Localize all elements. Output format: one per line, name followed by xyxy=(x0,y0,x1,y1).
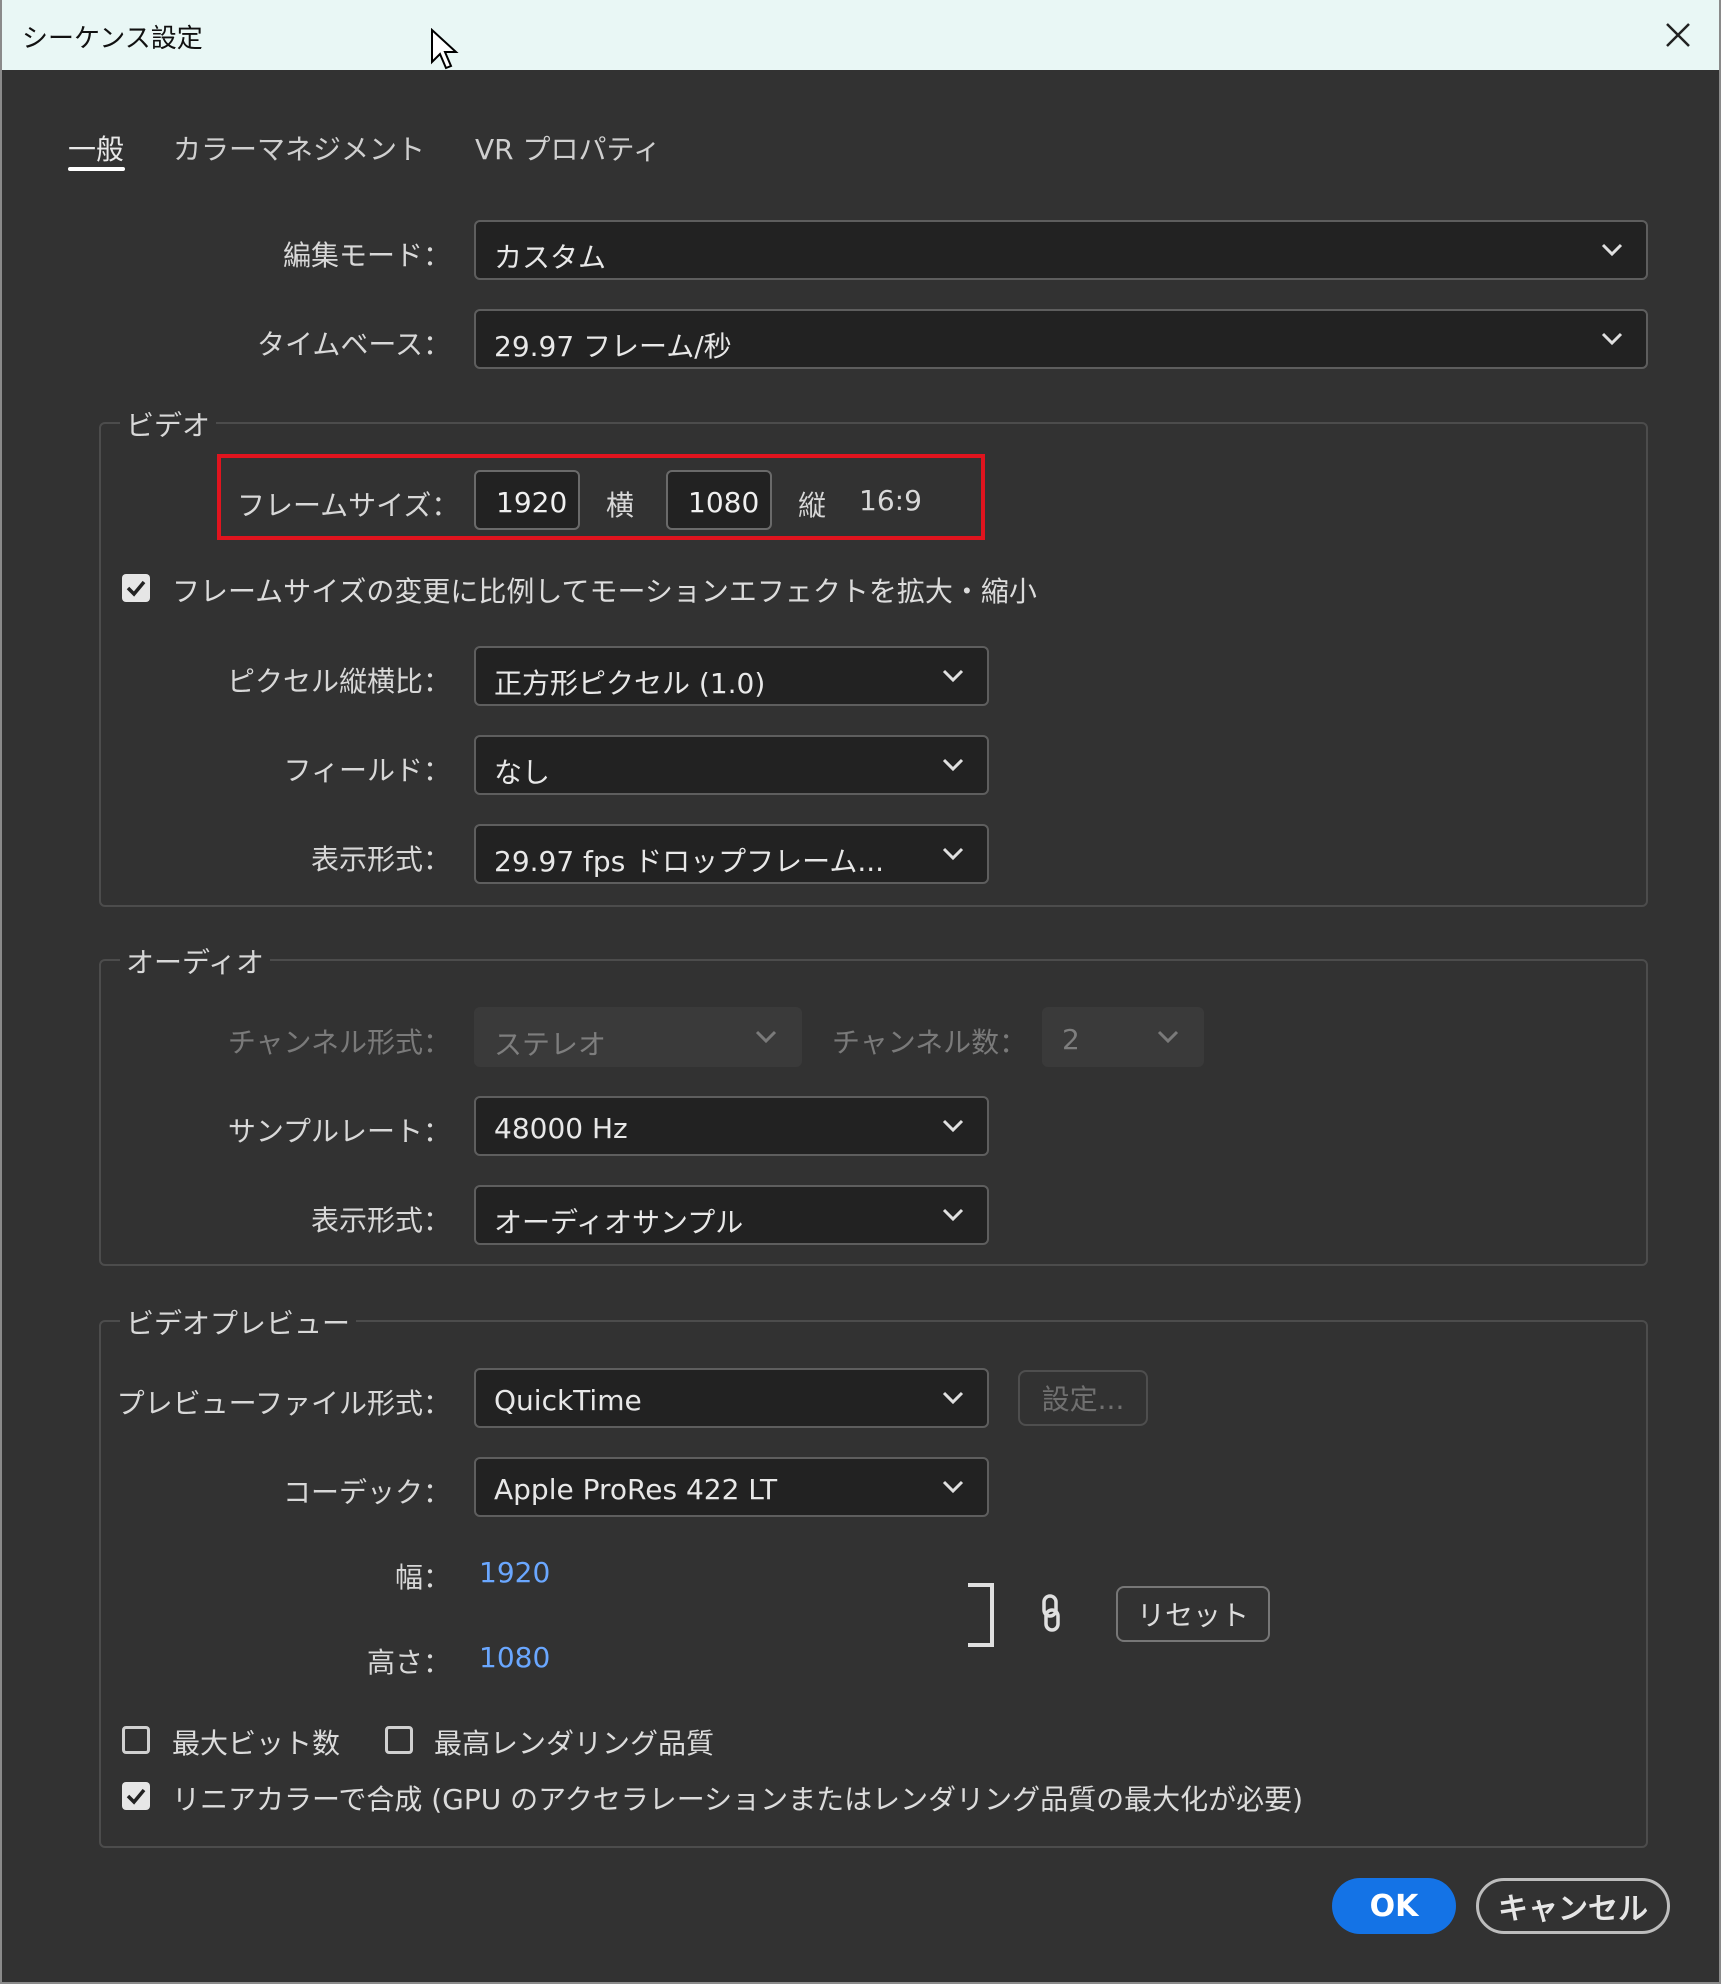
ok-button[interactable]: OK xyxy=(1332,1878,1456,1934)
preview-height-label: 高さ： xyxy=(366,1646,451,1679)
fields-select[interactable]: なし xyxy=(474,735,989,795)
horizontal-label: 横 xyxy=(606,489,635,522)
video-display-format-value: 29.97 fps ドロップフレーム... xyxy=(494,845,885,878)
preview-file-format-value: QuickTime xyxy=(494,1384,642,1417)
close-button[interactable] xyxy=(1655,12,1701,58)
check-icon xyxy=(126,1788,146,1805)
linear-color-label[interactable]: リニアカラーで合成 (GPU のアクセラレーションまたはレンダリング品質の最大化… xyxy=(172,1778,1303,1818)
preview-file-format-select[interactable]: QuickTime xyxy=(474,1368,989,1428)
mouse-cursor-icon xyxy=(431,28,459,70)
edit-mode-select[interactable]: カスタム xyxy=(474,220,1648,280)
fields-label: フィールド： xyxy=(283,754,451,787)
frame-width-input[interactable]: 1920 xyxy=(474,470,580,530)
channel-count-label: チャンネル数： xyxy=(832,1026,1028,1059)
channel-format-label: チャンネル形式： xyxy=(227,1026,451,1059)
dialog-title: シーケンス設定 xyxy=(22,24,203,54)
chevron-down-icon xyxy=(942,669,964,683)
sample-rate-label: サンプルレート： xyxy=(227,1115,451,1148)
close-icon xyxy=(1666,23,1690,47)
cancel-button[interactable]: キャンセル xyxy=(1476,1878,1670,1934)
chevron-down-icon xyxy=(942,1480,964,1494)
frame-height-value: 1080 xyxy=(688,486,760,519)
tab-color-management[interactable]: カラーマネジメント xyxy=(173,128,425,168)
chevron-down-icon xyxy=(942,1391,964,1405)
reset-button[interactable]: リセット xyxy=(1116,1586,1270,1642)
frame-height-input[interactable]: 1080 xyxy=(666,470,772,530)
frame-size-label: フレームサイズ： xyxy=(237,489,460,522)
max-bit-depth-label[interactable]: 最大ビット数 xyxy=(172,1722,340,1762)
timebase-value: 29.97 フレーム/秒 xyxy=(494,330,732,363)
fields-value: なし xyxy=(494,756,551,789)
scale-motion-checkbox[interactable] xyxy=(122,574,150,602)
preview-settings-button: 設定... xyxy=(1018,1370,1148,1426)
edit-mode-value: カスタム xyxy=(494,241,607,274)
tab-general[interactable]: 一般 xyxy=(68,128,124,168)
preview-width-label: 幅： xyxy=(394,1561,451,1594)
codec-value: Apple ProRes 422 LT xyxy=(494,1473,778,1506)
preview-width-value[interactable]: 1920 xyxy=(479,1556,550,1589)
timebase-label: タイムベース： xyxy=(256,328,451,361)
vertical-label: 縦 xyxy=(798,489,827,522)
codec-label: コーデック： xyxy=(282,1476,451,1509)
tab-vr-properties[interactable]: VR プロパティ xyxy=(475,128,661,168)
constrain-bracket-icon xyxy=(968,1583,994,1647)
link-icon[interactable] xyxy=(1040,1594,1062,1634)
active-tab-indicator xyxy=(68,167,125,171)
channel-format-select: ステレオ xyxy=(474,1007,802,1067)
chevron-down-icon xyxy=(942,1119,964,1133)
linear-color-checkbox[interactable] xyxy=(122,1782,150,1810)
chevron-down-icon xyxy=(942,758,964,772)
timebase-select[interactable]: 29.97 フレーム/秒 xyxy=(474,309,1648,369)
chevron-down-icon xyxy=(942,847,964,861)
audio-display-format-value: オーディオサンプル xyxy=(494,1206,744,1239)
frame-width-value: 1920 xyxy=(496,486,568,519)
sample-rate-select[interactable]: 48000 Hz xyxy=(474,1096,989,1156)
scale-motion-label[interactable]: フレームサイズの変更に比例してモーションエフェクトを拡大・縮小 xyxy=(172,570,1037,610)
chevron-down-icon xyxy=(1601,332,1623,346)
max-bit-depth-checkbox[interactable] xyxy=(122,1726,150,1754)
channel-count-value: 2 xyxy=(1062,1023,1080,1056)
max-render-quality-checkbox[interactable] xyxy=(385,1726,413,1754)
edit-mode-label: 編集モード： xyxy=(282,239,451,272)
pixel-aspect-select[interactable]: 正方形ピクセル (1.0) xyxy=(474,646,989,706)
preview-file-format-label: プレビューファイル形式： xyxy=(116,1387,451,1420)
preview-height-value[interactable]: 1080 xyxy=(479,1641,550,1674)
chevron-down-icon xyxy=(1157,1030,1179,1044)
video-display-format-select[interactable]: 29.97 fps ドロップフレーム... xyxy=(474,824,989,884)
video-preview-group-title: ビデオプレビュー xyxy=(120,1302,357,1342)
chevron-down-icon xyxy=(755,1030,777,1044)
chevron-down-icon xyxy=(1601,243,1623,257)
pixel-aspect-label: ピクセル縦横比： xyxy=(226,665,451,698)
pixel-aspect-value: 正方形ピクセル (1.0) xyxy=(494,667,766,700)
audio-display-format-select[interactable]: オーディオサンプル xyxy=(474,1185,989,1245)
video-group-title: ビデオ xyxy=(120,404,217,444)
video-display-format-label: 表示形式： xyxy=(310,843,451,876)
codec-select[interactable]: Apple ProRes 422 LT xyxy=(474,1457,989,1517)
channel-format-value: ステレオ xyxy=(494,1028,607,1061)
audio-group-title: オーディオ xyxy=(120,941,271,981)
check-icon xyxy=(126,580,146,597)
max-render-quality-label[interactable]: 最高レンダリング品質 xyxy=(434,1722,714,1762)
channel-count-select: 2 xyxy=(1042,1007,1204,1067)
sequence-settings-dialog: シーケンス設定 一般 カラーマネジメント VR プロパティ 編集モード： カスタ… xyxy=(0,0,1721,1984)
title-bar: シーケンス設定 xyxy=(2,0,1719,70)
aspect-ratio-text: 16:9 xyxy=(859,484,922,517)
chevron-down-icon xyxy=(942,1208,964,1222)
sample-rate-value: 48000 Hz xyxy=(494,1112,628,1145)
audio-display-format-label: 表示形式： xyxy=(310,1204,451,1237)
